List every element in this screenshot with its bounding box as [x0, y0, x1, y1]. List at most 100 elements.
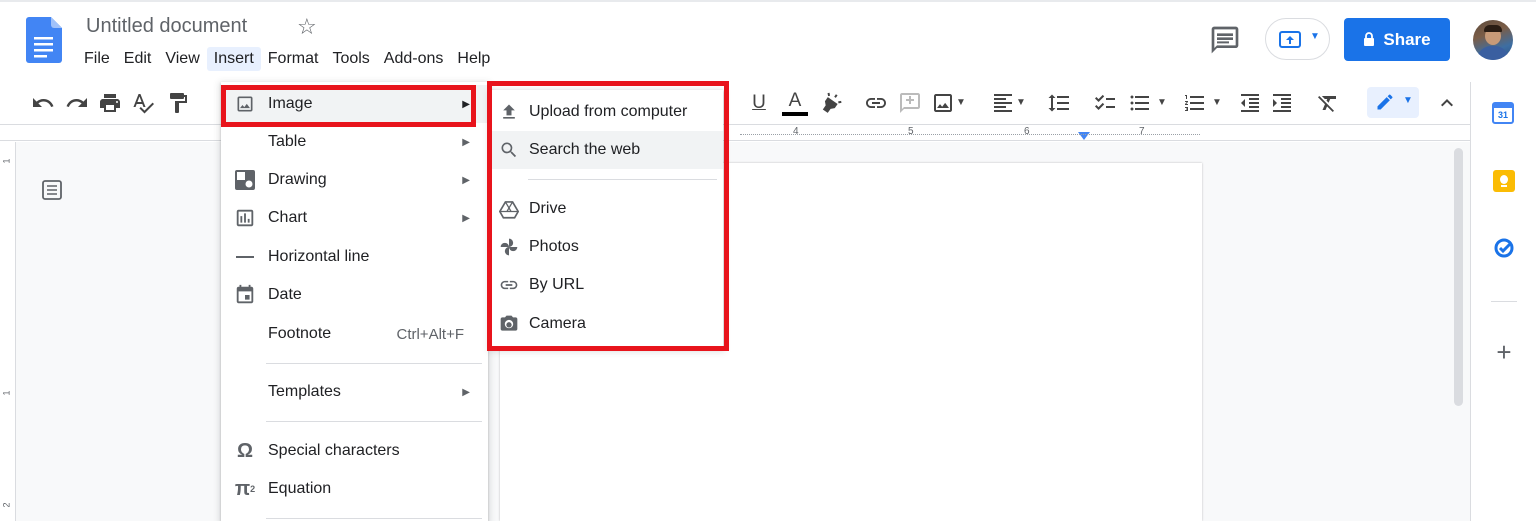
submenu-item-upload[interactable]: Upload from computer: [490, 93, 723, 131]
add-icon[interactable]: +: [1492, 339, 1516, 365]
print-icon[interactable]: [98, 91, 122, 115]
omega-icon: Ω: [236, 439, 254, 462]
photos-icon: [498, 236, 520, 258]
menu-item-special-characters[interactable]: Ω Special characters: [221, 432, 488, 470]
pi-icon: π2: [234, 477, 256, 500]
chevron-down-icon[interactable]: ▼: [956, 91, 980, 115]
menu-addons[interactable]: Add-ons: [377, 47, 451, 71]
text-color-bar: [782, 112, 808, 116]
ruler-tick: 2: [1, 502, 12, 508]
menu-item-label: Table: [268, 133, 307, 150]
keep-icon[interactable]: [1493, 170, 1515, 192]
clear-formatting-icon[interactable]: [1316, 91, 1340, 115]
submenu-item-search-web[interactable]: Search the web: [490, 131, 723, 169]
menu-item-label: Drawing: [268, 171, 327, 188]
menu-item-drawing[interactable]: Drawing ▶: [221, 161, 488, 199]
avatar[interactable]: [1473, 20, 1513, 60]
collapse-icon[interactable]: [1435, 91, 1459, 115]
submenu-item-drive[interactable]: Drive: [490, 190, 723, 228]
redo-icon[interactable]: [65, 91, 89, 115]
present-button[interactable]: ▼: [1265, 18, 1330, 60]
document-title[interactable]: Untitled document: [86, 15, 247, 38]
chevron-down-icon: ▼: [1310, 31, 1320, 42]
tasks-icon[interactable]: [1493, 237, 1515, 259]
vertical-scrollbar[interactable]: [1454, 148, 1463, 406]
ruler-dots: [740, 134, 1200, 135]
editing-mode-button[interactable]: ▼: [1367, 87, 1419, 118]
side-panel: 31 +: [1470, 82, 1536, 521]
comment-history-icon[interactable]: [1209, 24, 1241, 56]
spellcheck-icon[interactable]: [131, 91, 155, 115]
menu-tools[interactable]: Tools: [325, 47, 376, 71]
menu-item-label: Chart: [268, 209, 308, 226]
menu-item-footnote[interactable]: Footnote Ctrl+Alt+F: [221, 315, 488, 353]
drive-icon: [498, 198, 520, 220]
document-outline-icon[interactable]: [40, 178, 64, 202]
upload-icon: [498, 101, 520, 123]
pencil-icon: [1377, 94, 1393, 110]
menu-format[interactable]: Format: [261, 47, 326, 71]
submenu-item-label: Camera: [529, 315, 586, 332]
ruler-tick: 7: [1139, 126, 1145, 137]
image-icon: [233, 92, 257, 116]
paint-format-icon[interactable]: [166, 91, 190, 115]
comment-add-icon[interactable]: [898, 91, 922, 115]
menu-bar: File Edit View Insert Format Tools Add-o…: [77, 47, 497, 71]
lock-icon: [1364, 32, 1375, 46]
menu-item-chart[interactable]: Chart ▶: [221, 199, 488, 237]
checklist-icon[interactable]: [1093, 91, 1117, 115]
submenu-arrow-icon: ▶: [462, 136, 470, 148]
menu-item-equation[interactable]: π2 Equation: [221, 470, 488, 508]
increase-indent-icon[interactable]: [1270, 91, 1294, 115]
menu-item-label: Footnote: [268, 325, 332, 342]
vertical-ruler[interactable]: 1 1 2: [0, 142, 16, 521]
chevron-down-icon[interactable]: ▼: [1016, 91, 1040, 115]
menu-insert[interactable]: Insert: [206, 47, 261, 71]
submenu-item-camera[interactable]: Camera: [490, 305, 723, 343]
text-color-icon[interactable]: A: [782, 91, 808, 116]
highlight-icon[interactable]: [819, 91, 843, 115]
menu-divider: [266, 363, 482, 364]
chevron-down-icon[interactable]: ▼: [1157, 91, 1181, 115]
docs-logo-icon[interactable]: [26, 17, 62, 63]
menu-divider: [266, 421, 482, 422]
menu-item-image[interactable]: Image ▶: [221, 85, 488, 123]
submenu-item-by-url[interactable]: By URL: [490, 266, 723, 304]
menu-file[interactable]: File: [77, 47, 117, 71]
chevron-down-icon[interactable]: ▼: [1212, 91, 1236, 115]
menu-item-templates[interactable]: Templates ▶: [221, 373, 488, 411]
submenu-item-label: Drive: [529, 200, 567, 217]
calendar-icon[interactable]: 31: [1492, 102, 1514, 124]
menu-edit[interactable]: Edit: [117, 47, 159, 71]
horizontal-line-icon: [233, 245, 257, 269]
menu-item-date[interactable]: Date: [221, 276, 488, 314]
star-icon[interactable]: ☆: [297, 14, 317, 40]
bulleted-list-icon[interactable]: [1128, 91, 1152, 115]
undo-icon[interactable]: [31, 91, 55, 115]
menu-view[interactable]: View: [158, 47, 206, 71]
submenu-item-label: Search the web: [529, 141, 641, 158]
camera-icon: [498, 313, 520, 335]
underline-icon[interactable]: U: [747, 91, 771, 115]
submenu-item-label: Photos: [529, 238, 579, 255]
submenu-item-photos[interactable]: Photos: [490, 228, 723, 266]
align-icon[interactable]: [991, 91, 1015, 115]
search-icon: [498, 139, 520, 161]
share-button[interactable]: Share: [1344, 18, 1450, 61]
menu-item-horizontal-line[interactable]: Horizontal line: [221, 238, 488, 276]
numbered-list-icon[interactable]: [1183, 91, 1207, 115]
present-icon: [1279, 31, 1301, 48]
chart-icon: [233, 206, 257, 230]
link-icon[interactable]: [864, 91, 888, 115]
submenu-arrow-icon: ▶: [462, 212, 470, 224]
menu-item-label: Horizontal line: [268, 248, 370, 265]
image-icon[interactable]: [931, 91, 955, 115]
menu-divider: [528, 179, 717, 180]
decrease-indent-icon[interactable]: [1238, 91, 1262, 115]
menu-item-table[interactable]: Table ▶: [221, 123, 488, 161]
submenu-arrow-icon: ▶: [462, 174, 470, 186]
menu-help[interactable]: Help: [450, 47, 497, 71]
line-spacing-icon[interactable]: [1047, 91, 1071, 115]
menu-item-label: Date: [268, 286, 302, 303]
calendar-day: 31: [1497, 110, 1508, 120]
